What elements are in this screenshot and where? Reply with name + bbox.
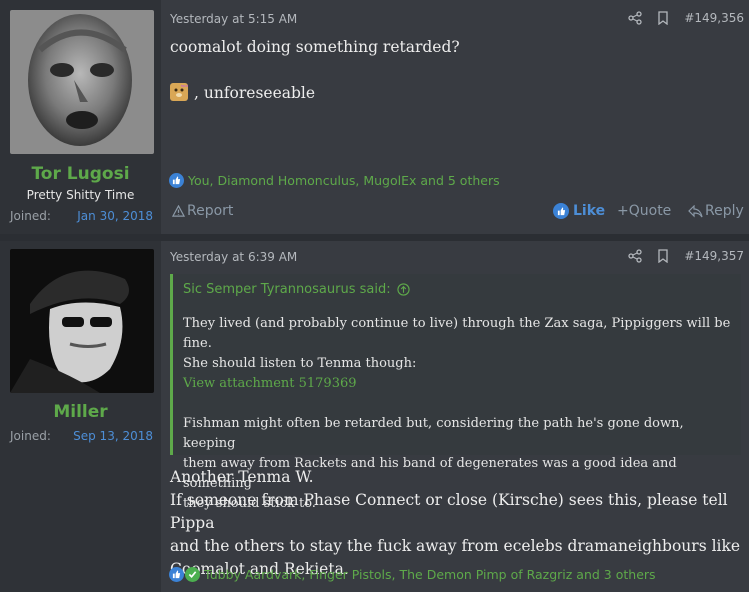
post-149356: Tor Lugosi Pretty Shitty Time Joined: Ja… bbox=[0, 0, 749, 234]
reply-button[interactable]: Reply bbox=[688, 203, 744, 219]
user-panel: Tor Lugosi Pretty Shitty Time Joined: Ja… bbox=[0, 0, 161, 234]
quote-block: Sic Semper Tyrannosaurus said: They live… bbox=[170, 274, 741, 511]
reply-icon bbox=[688, 204, 703, 217]
body-line-text: , unforeseeable bbox=[194, 84, 316, 102]
reactions-bar[interactable]: Tubby Aardvark, Finger Pistols, The Demo… bbox=[169, 567, 656, 582]
like-button[interactable]: Like bbox=[553, 203, 605, 219]
joined-date: Jan 30, 2018 bbox=[77, 209, 153, 223]
joined-label: Joined: bbox=[10, 429, 51, 443]
quote-line: Fishman might often be retarded but, con… bbox=[183, 416, 684, 451]
post-body: coomalot doing something retarded? wow , … bbox=[170, 36, 741, 105]
quote-author: Sic Semper Tyrannosaurus said: bbox=[183, 282, 391, 297]
user-panel: Miller Joined: Sep 13, 2018 bbox=[0, 241, 161, 592]
like-reaction-icon bbox=[169, 173, 184, 188]
quote-line: They lived (and probably continue to liv… bbox=[183, 316, 731, 351]
post-time[interactable]: Yesterday at 5:15 AM bbox=[170, 12, 297, 26]
reply-label: Reply bbox=[705, 203, 744, 219]
quote-header[interactable]: Sic Semper Tyrannosaurus said: bbox=[183, 282, 410, 297]
like-label: Like bbox=[573, 203, 606, 219]
post-main: Yesterday at 6:39 AM #149,357 Sic Semper… bbox=[161, 241, 749, 592]
post-meta-actions: #149,356 bbox=[628, 11, 744, 25]
avatar[interactable] bbox=[10, 10, 154, 154]
post-149357: Miller Joined: Sep 13, 2018 Yesterday at… bbox=[0, 241, 749, 592]
post-time[interactable]: Yesterday at 6:39 AM bbox=[170, 250, 297, 264]
joined-date: Sep 13, 2018 bbox=[73, 429, 153, 443]
like-reaction-icon bbox=[169, 567, 184, 582]
username[interactable]: Tor Lugosi bbox=[0, 164, 161, 184]
quote-button[interactable]: +Quote bbox=[617, 203, 671, 219]
user-title: Pretty Shitty Time bbox=[26, 188, 135, 202]
report-label: Report bbox=[187, 203, 234, 219]
quote-line: She should listen to Tenma though: bbox=[183, 356, 417, 371]
post-actions: Report Like +Quote Reply bbox=[161, 201, 749, 225]
body-line: Another Tenma W. bbox=[170, 468, 314, 486]
body-line: If someone from Phase Connect or close (… bbox=[170, 491, 728, 532]
username[interactable]: Miller bbox=[0, 402, 161, 422]
bookmark-icon[interactable] bbox=[656, 249, 670, 263]
bookmark-icon[interactable] bbox=[656, 11, 670, 25]
post-body: Another Tenma W. If someone from Phase C… bbox=[170, 466, 741, 581]
body-line: and the others to stay the fuck away fro… bbox=[170, 537, 741, 555]
doge-emoji-icon: wow bbox=[170, 83, 188, 101]
post-main: Yesterday at 5:15 AM #149,356 coomalot d… bbox=[161, 0, 749, 234]
avatar[interactable] bbox=[10, 249, 154, 393]
share-icon[interactable] bbox=[628, 249, 642, 263]
like-icon bbox=[553, 203, 569, 219]
plus-icon: + bbox=[617, 203, 629, 219]
svg-text:wow: wow bbox=[181, 83, 188, 88]
reactions-text[interactable]: You, Diamond Homonculus, MugolEx and 5 o… bbox=[188, 173, 500, 188]
flag-icon bbox=[172, 204, 185, 217]
quote-label: Quote bbox=[628, 203, 672, 219]
post-meta-actions: #149,357 bbox=[628, 249, 744, 263]
reactions-bar[interactable]: You, Diamond Homonculus, MugolEx and 5 o… bbox=[169, 173, 500, 188]
joined-label: Joined: bbox=[10, 209, 51, 223]
post-number[interactable]: #149,357 bbox=[684, 249, 744, 263]
agree-reaction-icon bbox=[185, 567, 200, 582]
share-icon[interactable] bbox=[628, 11, 642, 25]
post-number[interactable]: #149,356 bbox=[684, 11, 744, 25]
body-line: wow , unforeseeable bbox=[170, 82, 741, 105]
attachment-link[interactable]: View attachment 5179369 bbox=[183, 374, 733, 394]
reactions-text[interactable]: Tubby Aardvark, Finger Pistols, The Demo… bbox=[204, 567, 656, 582]
report-button[interactable]: Report bbox=[172, 203, 233, 219]
body-line: coomalot doing something retarded? bbox=[170, 38, 460, 56]
arrow-up-circle-icon[interactable] bbox=[396, 283, 410, 296]
